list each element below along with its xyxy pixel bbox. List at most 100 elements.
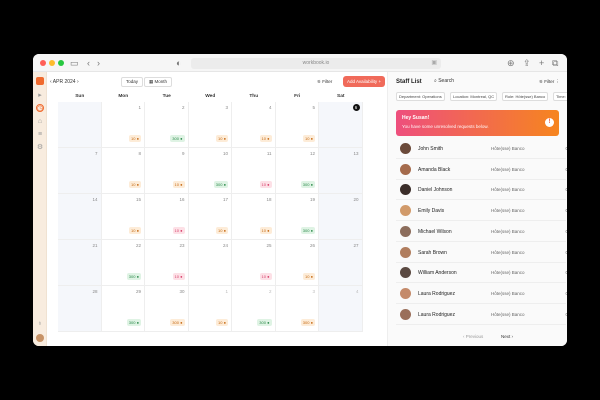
calendar-day-cell[interactable]: 3 300 ● [275,286,319,332]
staff-row[interactable]: Sarah Brown Hôte(sse) Banco 006 [396,242,567,263]
tabs-overview-icon[interactable]: ⧉ [552,57,558,69]
calendar-day-cell[interactable]: 16 10 ● [145,194,189,240]
next-page-button[interactable]: Next › [501,334,513,339]
calendar-day-cell[interactable]: 1 10 ● [188,286,232,332]
staff-filter-button[interactable]: ⚟ Filter ⋮ [539,79,560,85]
staff-row[interactable]: Daniel Johnson Hôte(sse) Banco 003 [396,179,567,201]
today-button[interactable]: Today [121,77,144,87]
staff-row[interactable]: Laura Rodriguez Hôte(sse) Banco 008 [396,283,567,304]
shift-count-badge[interactable]: 300 ● [170,319,185,326]
minimize-window-button[interactable] [49,60,55,66]
staff-row[interactable]: Laura Rodriguez Hôte(sse) Banco 009 [396,304,567,325]
staff-row[interactable]: Amanda Black Hôte(sse) Banco 002 [396,159,567,180]
calendar-day-cell[interactable]: 21 [58,240,102,286]
calendar-day-cell[interactable]: 30 300 ● [145,286,189,332]
forward-icon[interactable]: › [97,57,100,69]
app-logo-icon[interactable] [36,77,44,85]
chip-department[interactable]: Department: Operations [396,92,445,101]
calendar-day-cell[interactable]: 7 [58,148,102,194]
calendar-day-cell[interactable]: 1 10 ● [101,102,145,148]
shift-count-badge[interactable]: 10 ● [303,273,315,280]
more-icon[interactable]: ⋮ [556,79,561,84]
shift-count-badge[interactable]: 300 ● [257,319,272,326]
shift-count-badge[interactable]: 10 ● [259,135,272,142]
calendar-day-cell[interactable]: 25 10 ● [232,240,276,286]
staff-row[interactable]: John Smith Hôte(sse) Banco 001 [396,138,567,159]
prev-page-button[interactable]: ‹ Previous [463,334,483,339]
calendar-day-cell[interactable]: 15 10 ● [101,194,145,240]
calendar-day-cell[interactable]: 4 10 ● [232,102,276,148]
calendar-day-cell[interactable]: 27 [319,240,363,286]
calendar-day-cell[interactable]: 17 10 ● [188,194,232,240]
shift-count-badge[interactable]: 10 ● [303,135,315,142]
calendar-day-cell[interactable]: 28 [58,286,102,332]
calendar-day-cell[interactable]: 9 10 ● [145,148,189,194]
shift-count-badge[interactable]: 10 ● [216,319,228,326]
calendar-day-cell[interactable]: 14 [58,194,102,240]
shift-count-badge[interactable]: 10 ● [259,227,272,234]
calendar-day-cell[interactable]: 13 [319,148,363,194]
chip-time[interactable]: Time: 6+ hours [553,92,567,101]
view-select[interactable]: ▦ Month [144,77,173,87]
shift-count-badge[interactable]: 10 ● [172,273,185,280]
shift-count-badge[interactable]: 10 ● [129,181,141,188]
shield-icon[interactable]: ◐ [176,57,181,69]
shift-count-badge[interactable]: 10 ● [172,181,185,188]
notifications-icon[interactable]: ♁ [36,320,44,328]
add-availability-button[interactable]: Add Availability + [343,76,386,87]
shift-count-badge[interactable]: 10 ● [129,227,141,234]
shift-count-badge[interactable]: 300 ● [213,181,228,188]
chip-role[interactable]: Role: Hôte(sse) Banco [502,92,549,101]
list-icon[interactable]: ≡ [36,131,44,139]
calendar-day-cell[interactable]: 3 10 ● [188,102,232,148]
calendar-day-cell[interactable]: 12 300 ● [275,148,319,194]
clock-icon[interactable]: ◷ [36,104,44,112]
calendar-day-cell[interactable]: 22 300 ● [101,240,145,286]
close-window-button[interactable] [40,60,46,66]
shift-count-badge[interactable]: 300 ● [126,273,141,280]
share-icon[interactable]: ⇪ [523,57,531,69]
calendar-day-cell[interactable] [58,102,102,148]
staff-row[interactable]: William Anderson Hôte(sse) Banco 007 [396,262,567,284]
video-icon[interactable]: ▸ [36,92,44,100]
shift-count-badge[interactable]: 300 ● [300,227,315,234]
info-icon[interactable]: ! [545,118,554,127]
settings-icon[interactable]: ⚙ [36,144,44,152]
staff-row[interactable]: Emily Davis Hôte(sse) Banco 004 [396,200,567,222]
filter-button[interactable]: ⚟ Filter [317,77,332,87]
shift-count-badge[interactable]: 10 ● [259,273,272,280]
shift-count-badge[interactable]: 10 ● [216,227,228,234]
calendar-day-cell[interactable]: 23 10 ● [145,240,189,286]
calendar-day-cell[interactable]: 2 300 ● [232,286,276,332]
chip-location[interactable]: Location: Montreal, QC [450,92,498,101]
calendar-day-cell[interactable]: 4 [319,286,363,332]
next-month-icon[interactable]: › [77,79,79,85]
user-avatar-icon[interactable] [36,334,44,342]
download-icon[interactable]: ⊕ [507,57,515,69]
calendar-day-cell[interactable]: 11 10 ● [232,148,276,194]
prev-month-icon[interactable]: ‹ [50,79,52,85]
maximize-window-button[interactable] [58,60,64,66]
shift-count-badge[interactable]: 10 ● [216,135,228,142]
sidebar-toggle-icon[interactable]: ▭ [70,57,79,69]
calendar-day-cell[interactable]: 18 10 ● [232,194,276,240]
month-selector[interactable]: ‹ APR 2024 › [50,76,79,88]
calendar-day-cell[interactable]: 29 300 ● [101,286,145,332]
calendar-day-cell[interactable]: 26 10 ● [275,240,319,286]
calendar-day-cell[interactable]: 6 [319,102,363,148]
shift-count-badge[interactable]: 300 ● [300,181,315,188]
calendar-day-cell[interactable]: 2 300 ● [145,102,189,148]
shift-count-badge[interactable]: 300 ● [126,319,141,326]
url-bar[interactable]: workbook.io ▣ [191,58,441,69]
calendar-day-cell[interactable]: 10 300 ● [188,148,232,194]
shift-count-badge[interactable]: 300 ● [170,135,185,142]
new-tab-icon[interactable]: + [539,57,544,69]
shift-count-badge[interactable]: 10 ● [129,135,141,142]
shift-count-badge[interactable]: 300 ● [300,319,315,326]
calendar-day-cell[interactable]: 24 [188,240,232,286]
back-icon[interactable]: ‹ [87,57,90,69]
calendar-day-cell[interactable]: 8 10 ● [101,148,145,194]
calendar-day-cell[interactable]: 19 300 ● [275,194,319,240]
shift-count-badge[interactable]: 10 ● [259,181,272,188]
calendar-day-cell[interactable]: 20 [319,194,363,240]
